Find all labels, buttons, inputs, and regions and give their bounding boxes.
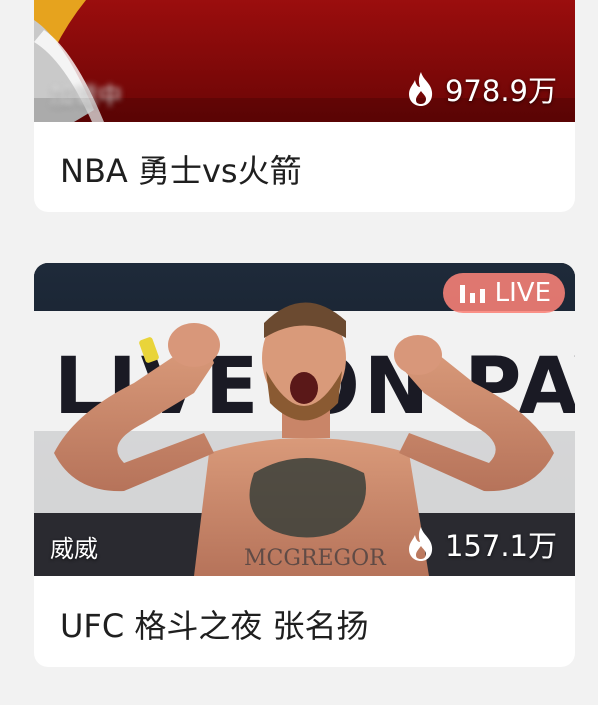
live-badge: LIVE xyxy=(442,273,565,313)
flame-icon xyxy=(408,527,433,561)
video-title[interactable]: NBA 勇士vs火箭 xyxy=(60,146,302,192)
video-thumbnail[interactable]: 加载中 978.9万 xyxy=(34,0,575,122)
svg-text:MCGREGOR: MCGREGOR xyxy=(244,546,387,571)
view-count: 978.9万 xyxy=(403,68,557,110)
flame-icon xyxy=(408,72,433,106)
video-title[interactable]: UFC 格斗之夜 张名扬 xyxy=(60,601,369,647)
video-thumbnail[interactable]: LIVE ON PAY- xyxy=(34,263,575,576)
feed-screen: 加载中 978.9万 NBA 勇士vs火箭 ON PA MCGREGOR LIV… xyxy=(0,0,598,705)
live-label: LIVE xyxy=(494,278,551,308)
view-count-value: 157.1万 xyxy=(444,529,557,563)
view-count: 157.1万 xyxy=(403,523,557,565)
author-name: 加载中 xyxy=(50,82,122,110)
signal-bars-icon xyxy=(459,285,485,303)
view-count-value: 978.9万 xyxy=(444,74,557,108)
author-name: 威威 xyxy=(50,535,98,563)
video-card[interactable]: LIVE ON PAY- xyxy=(34,263,575,667)
video-card[interactable]: 加载中 978.9万 NBA 勇士vs火箭 xyxy=(34,0,575,212)
